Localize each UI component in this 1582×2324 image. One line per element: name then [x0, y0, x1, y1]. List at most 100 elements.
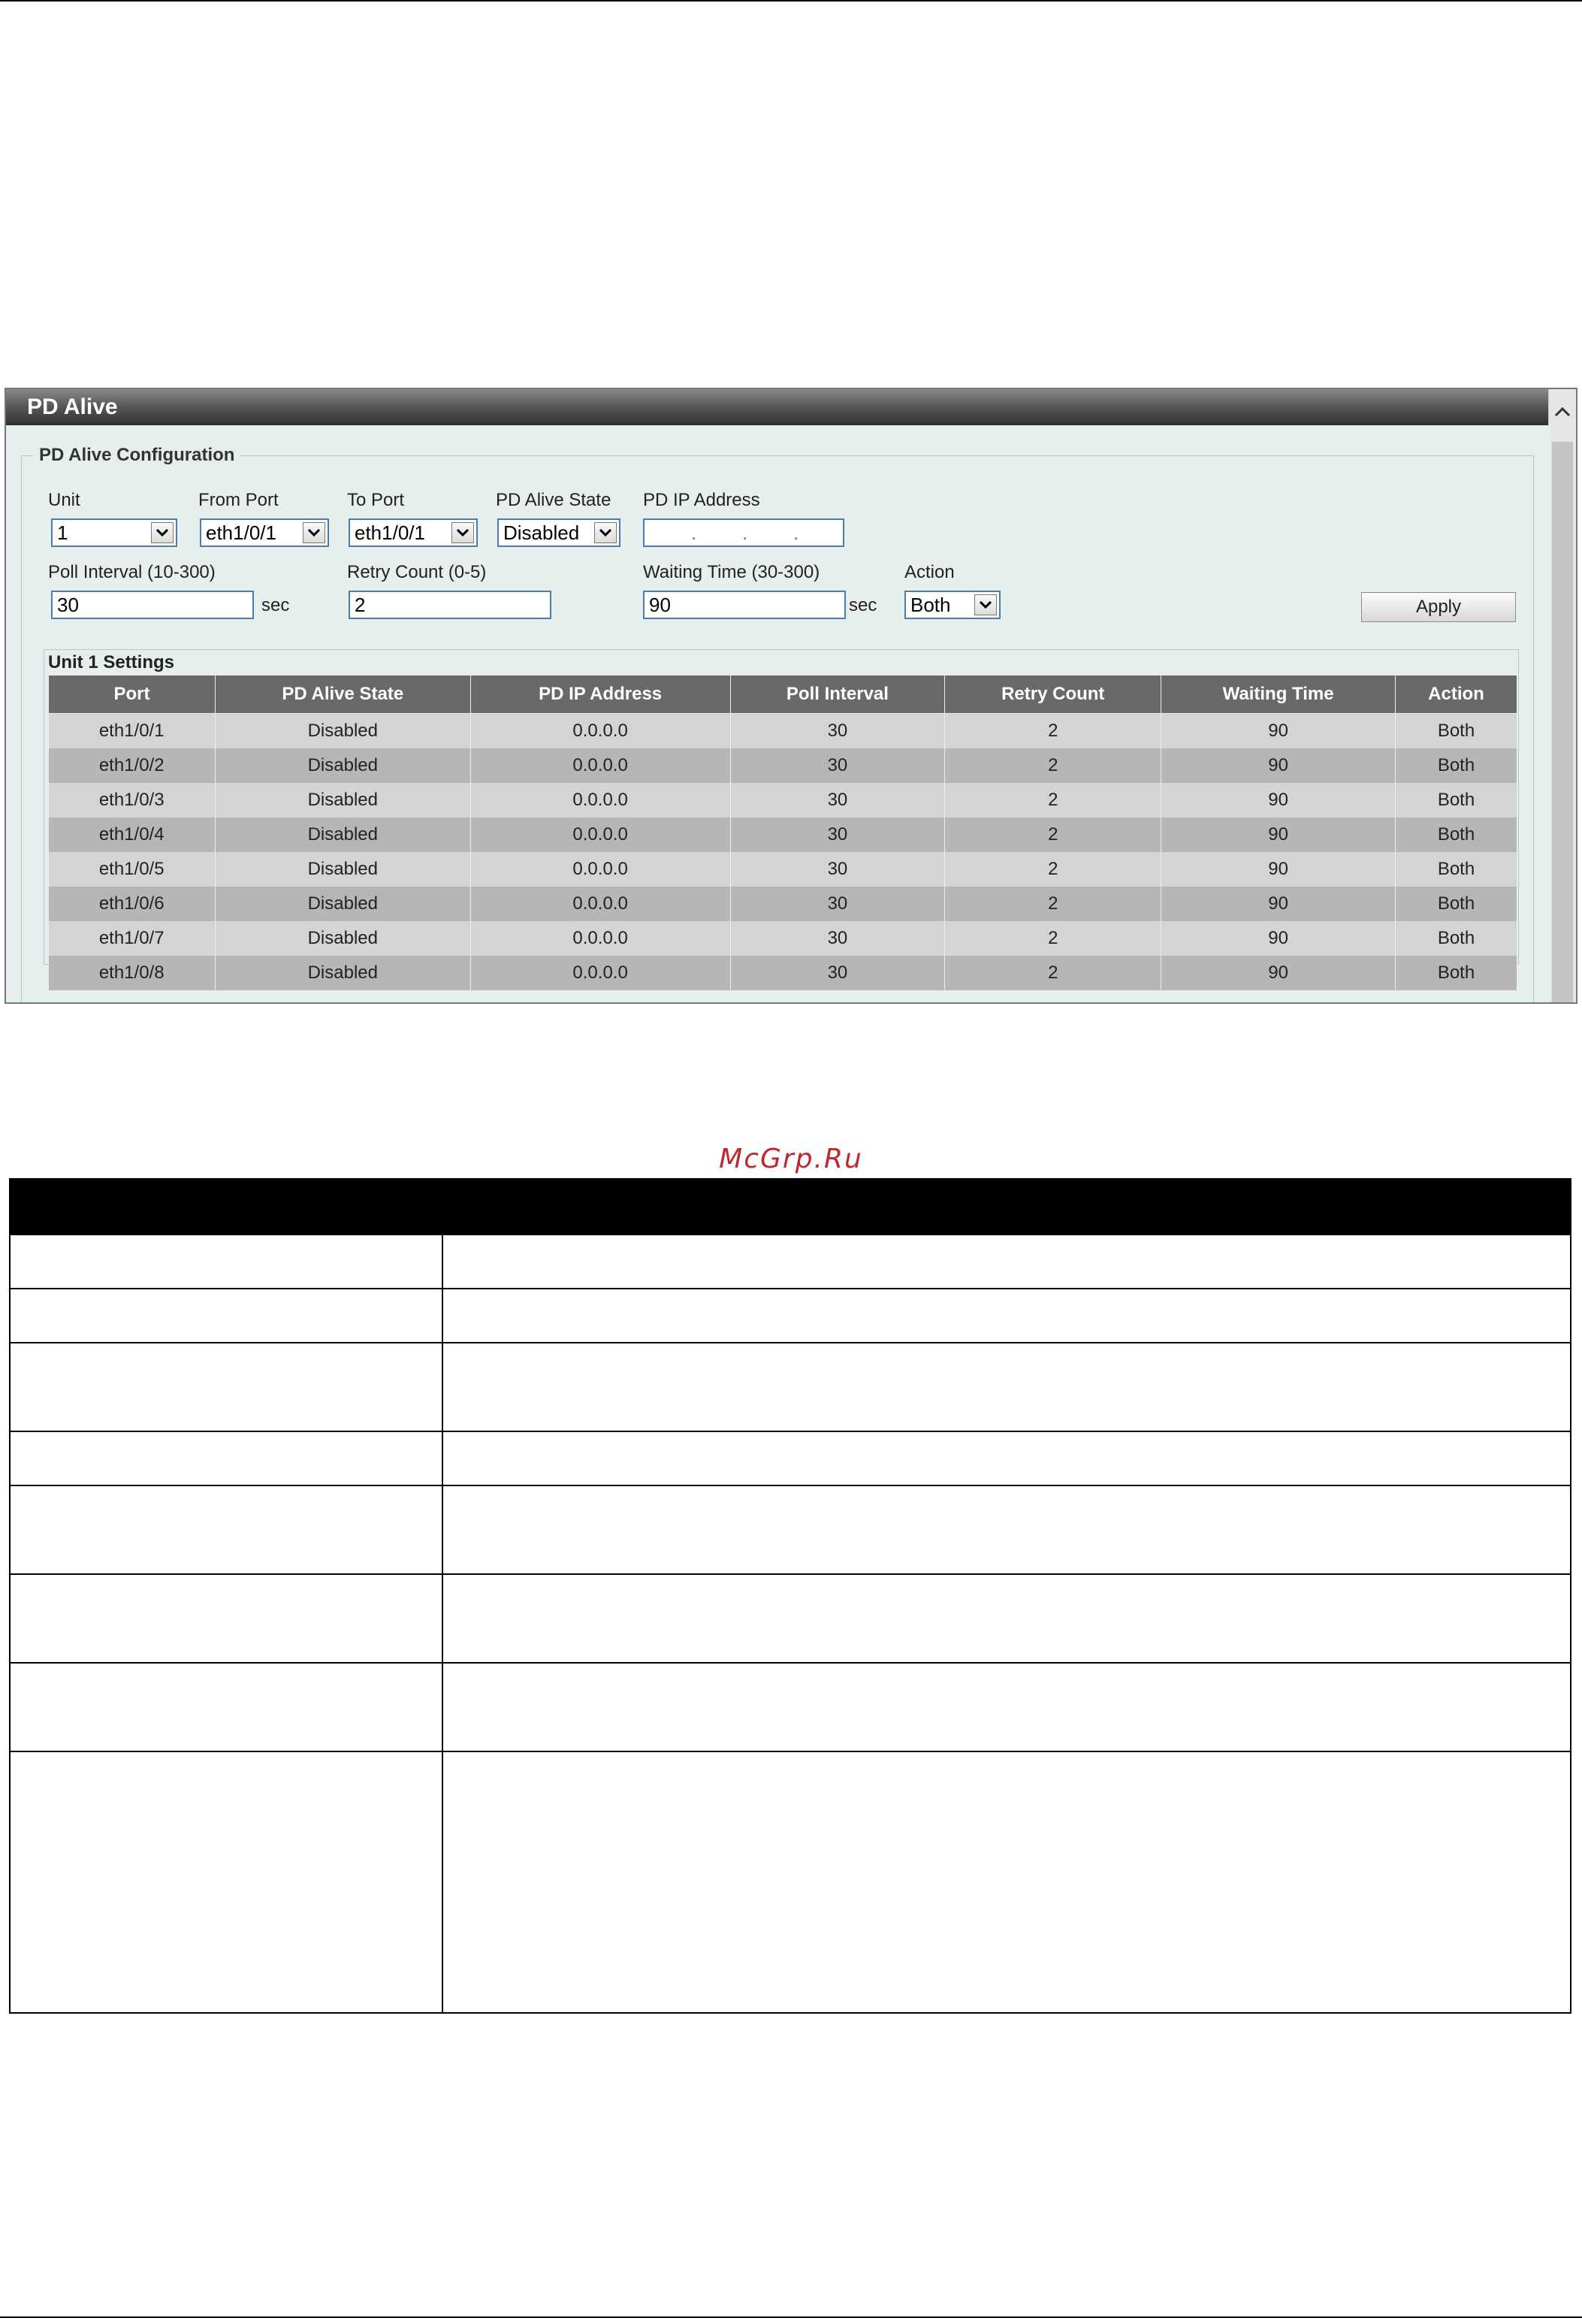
description-cell: [442, 1485, 1571, 1575]
cell-pd-ip-address: 0.0.0.0: [470, 852, 731, 887]
retry-count-label: Retry Count (0-5): [347, 562, 487, 582]
table-row[interactable]: eth1/0/2 Disabled 0.0.0.0 30 2 90 Both: [48, 748, 1517, 783]
chevron-down-icon[interactable]: [594, 522, 617, 543]
description-cell: [9, 1342, 443, 1432]
cell-waiting-time: 90: [1161, 748, 1396, 783]
unit-select[interactable]: 1: [51, 518, 177, 547]
cell-retry-count: 2: [944, 956, 1162, 990]
cell-retry-count: 2: [944, 817, 1162, 852]
cell-port: eth1/0/1: [48, 713, 216, 748]
table-row[interactable]: eth1/0/4 Disabled 0.0.0.0 30 2 90 Both: [48, 817, 1517, 852]
cell-retry-count: 2: [944, 783, 1162, 817]
pd-alive-state-select-value: Disabled: [503, 521, 580, 544]
col-header-pd-alive-state: PD Alive State: [214, 675, 471, 714]
cell-pd-alive-state: Disabled: [215, 748, 471, 783]
table-row[interactable]: eth1/0/3 Disabled 0.0.0.0 30 2 90 Both: [48, 783, 1517, 817]
ip-octet-separator: .: [691, 521, 697, 544]
settings-table: Port PD Alive State PD IP Address Poll I…: [48, 675, 1517, 990]
cell-pd-alive-state: Disabled: [215, 956, 471, 990]
cell-waiting-time: 90: [1161, 887, 1396, 921]
cell-port: eth1/0/6: [48, 887, 216, 921]
chevron-down-icon[interactable]: [303, 522, 325, 543]
table-row[interactable]: eth1/0/5 Disabled 0.0.0.0 30 2 90 Both: [48, 852, 1517, 887]
cell-poll-interval: 30: [730, 817, 946, 852]
description-row: [9, 1431, 1571, 1486]
cell-pd-ip-address: 0.0.0.0: [470, 887, 731, 921]
cell-pd-alive-state: Disabled: [215, 817, 471, 852]
bottom-rule: [0, 2316, 1582, 2318]
poll-interval-unit: sec: [261, 595, 290, 615]
cell-poll-interval: 30: [730, 956, 946, 990]
cell-port: eth1/0/7: [48, 921, 216, 956]
cell-waiting-time: 90: [1161, 817, 1396, 852]
cell-action: Both: [1395, 921, 1517, 956]
poll-interval-input[interactable]: 30: [51, 591, 254, 619]
cell-pd-ip-address: 0.0.0.0: [470, 748, 731, 783]
col-header-retry-count: Retry Count: [944, 675, 1162, 714]
retry-count-value: 2: [355, 594, 366, 616]
table-row[interactable]: eth1/0/8 Disabled 0.0.0.0 30 2 90 Both: [48, 956, 1517, 990]
settings-title: Unit 1 Settings: [48, 652, 175, 672]
cell-pd-alive-state: Disabled: [215, 921, 471, 956]
description-cell: [442, 1662, 1571, 1752]
action-select[interactable]: Both: [904, 591, 1001, 619]
to-port-select-value: eth1/0/1: [355, 521, 425, 544]
cell-retry-count: 2: [944, 887, 1162, 921]
chevron-down-icon[interactable]: [151, 522, 174, 543]
pd-alive-state-select[interactable]: Disabled: [497, 518, 620, 547]
from-port-select[interactable]: eth1/0/1: [200, 518, 329, 547]
cell-retry-count: 2: [944, 713, 1162, 748]
description-row: [9, 1662, 1571, 1752]
description-header-cell: [442, 1178, 1571, 1235]
description-cell: [9, 1573, 443, 1664]
description-cell: [442, 1342, 1571, 1432]
description-cell: [442, 1751, 1571, 2014]
poll-interval-label: Poll Interval (10-300): [48, 562, 216, 582]
col-header-waiting-time: Waiting Time: [1161, 675, 1396, 714]
poll-interval-value: 30: [57, 594, 79, 616]
from-port-select-value: eth1/0/1: [206, 521, 276, 544]
description-cell: [442, 1431, 1571, 1486]
retry-count-input[interactable]: 2: [349, 591, 551, 619]
cell-port: eth1/0/2: [48, 748, 216, 783]
action-label: Action: [904, 562, 955, 582]
cell-pd-ip-address: 0.0.0.0: [470, 713, 731, 748]
col-header-poll-interval: Poll Interval: [729, 675, 946, 714]
apply-button[interactable]: Apply: [1361, 592, 1516, 622]
cell-pd-ip-address: 0.0.0.0: [470, 921, 731, 956]
description-header-cell: [9, 1178, 443, 1235]
chevron-down-icon[interactable]: [451, 522, 474, 543]
scrollbar-thumb[interactable]: [1552, 442, 1573, 1002]
description-cell: [9, 1751, 443, 2014]
cell-pd-alive-state: Disabled: [215, 852, 471, 887]
cell-poll-interval: 30: [730, 852, 946, 887]
cell-action: Both: [1395, 817, 1517, 852]
table-row[interactable]: eth1/0/1 Disabled 0.0.0.0 30 2 90 Both: [48, 713, 1517, 748]
chevron-down-icon[interactable]: [974, 594, 997, 615]
cell-action: Both: [1395, 748, 1517, 783]
description-row: [9, 1234, 1571, 1289]
cell-poll-interval: 30: [730, 887, 946, 921]
table-row[interactable]: eth1/0/6 Disabled 0.0.0.0 30 2 90 Both: [48, 887, 1517, 921]
ip-octet-separator: .: [793, 521, 799, 544]
description-row: [9, 1288, 1571, 1343]
table-row[interactable]: eth1/0/7 Disabled 0.0.0.0 30 2 90 Both: [48, 921, 1517, 956]
pd-ip-address-input[interactable]: . . .: [643, 518, 844, 547]
cell-action: Both: [1395, 713, 1517, 748]
cell-retry-count: 2: [944, 748, 1162, 783]
to-port-select[interactable]: eth1/0/1: [349, 518, 478, 547]
description-row: [9, 1485, 1571, 1575]
description-cell: [9, 1485, 443, 1575]
ip-octet-separator: .: [742, 521, 748, 544]
window-title: PD Alive: [6, 389, 1550, 425]
waiting-time-input[interactable]: 90: [643, 591, 846, 619]
vertical-scrollbar[interactable]: [1548, 389, 1576, 1002]
cell-pd-ip-address: 0.0.0.0: [470, 817, 731, 852]
cell-pd-alive-state: Disabled: [215, 783, 471, 817]
chevron-up-icon[interactable]: [1549, 389, 1576, 434]
cell-port: eth1/0/8: [48, 956, 216, 990]
cell-waiting-time: 90: [1161, 783, 1396, 817]
from-port-label: From Port: [198, 490, 279, 510]
cell-retry-count: 2: [944, 921, 1162, 956]
col-header-pd-ip-address: PD IP Address: [469, 675, 731, 714]
